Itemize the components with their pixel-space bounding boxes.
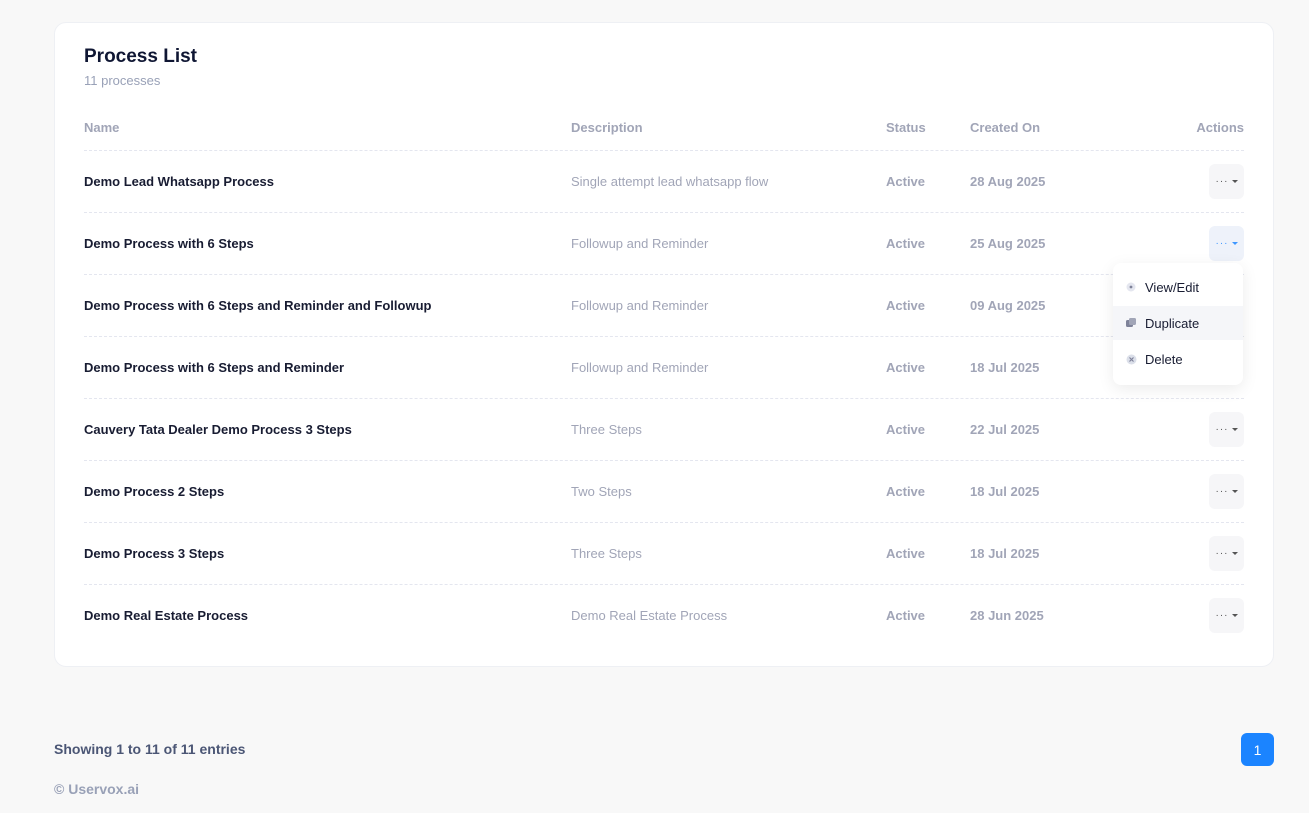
table-row: Demo Lead Whatsapp Process Single attemp… xyxy=(84,150,1244,212)
pagination-page-1[interactable]: 1 xyxy=(1241,733,1274,766)
menu-item-view-edit[interactable]: View/Edit xyxy=(1113,270,1243,304)
header-created-on[interactable]: Created On xyxy=(970,120,1040,135)
copy-icon xyxy=(1125,317,1137,329)
copyright-text: © Uservox.ai xyxy=(54,781,140,797)
chevron-down-icon xyxy=(1231,428,1238,431)
process-name[interactable]: Demo Process with 6 Steps and Reminder xyxy=(84,360,344,375)
menu-item-label: Duplicate xyxy=(1145,315,1200,331)
process-status: Active xyxy=(886,546,926,561)
chevron-down-icon xyxy=(1231,242,1238,245)
process-description: Followup and Reminder xyxy=(571,360,709,375)
process-status: Active xyxy=(886,608,926,623)
header-actions: Actions xyxy=(1196,120,1244,135)
actions-button[interactable]: ··· xyxy=(1209,598,1244,633)
process-description: Three Steps xyxy=(571,546,642,561)
process-name[interactable]: Demo Process with 6 Steps and Reminder a… xyxy=(84,298,431,313)
chevron-down-icon xyxy=(1231,552,1238,555)
process-created-on: 18 Jul 2025 xyxy=(970,360,1040,375)
eye-icon xyxy=(1125,281,1137,293)
table-row: Demo Process 3 Steps Three Steps Active … xyxy=(84,522,1244,584)
actions-dropdown-menu: View/Edit Duplicate Delete xyxy=(1113,263,1243,385)
process-name[interactable]: Cauvery Tata Dealer Demo Process 3 Steps xyxy=(84,422,352,437)
pagination-info: Showing 1 to 11 of 11 entries xyxy=(54,741,246,757)
process-created-on: 18 Jul 2025 xyxy=(970,546,1040,561)
process-name[interactable]: Demo Process 3 Steps xyxy=(84,546,224,561)
process-description: Followup and Reminder xyxy=(571,298,709,313)
actions-button[interactable]: ··· xyxy=(1209,412,1244,447)
ellipsis-icon: ··· xyxy=(1215,610,1229,621)
process-status: Active xyxy=(886,360,926,375)
actions-button[interactable]: ··· xyxy=(1209,536,1244,571)
table-row: Cauvery Tata Dealer Demo Process 3 Steps… xyxy=(84,398,1244,460)
process-created-on: 25 Aug 2025 xyxy=(970,236,1046,251)
process-status: Active xyxy=(886,174,926,189)
ellipsis-icon: ··· xyxy=(1215,548,1229,559)
process-list-card: Process List 11 processes Name Descripti… xyxy=(54,22,1274,667)
chevron-down-icon xyxy=(1231,180,1238,183)
process-name[interactable]: Demo Process 2 Steps xyxy=(84,484,224,499)
process-status: Active xyxy=(886,484,926,499)
process-count: 11 processes xyxy=(84,73,161,88)
header-description[interactable]: Description xyxy=(571,120,643,135)
header-name[interactable]: Name xyxy=(84,120,119,135)
ellipsis-icon: ··· xyxy=(1215,486,1229,497)
ellipsis-icon: ··· xyxy=(1215,424,1229,435)
menu-item-duplicate[interactable]: Duplicate xyxy=(1113,306,1243,340)
process-description: Three Steps xyxy=(571,422,642,437)
process-status: Active xyxy=(886,422,926,437)
process-description: Two Steps xyxy=(571,484,632,499)
menu-item-delete[interactable]: Delete xyxy=(1113,342,1243,376)
page-title: Process List xyxy=(84,46,197,67)
ellipsis-icon: ··· xyxy=(1215,238,1229,249)
process-status: Active xyxy=(886,236,926,251)
process-description: Followup and Reminder xyxy=(571,236,709,251)
process-created-on: 28 Aug 2025 xyxy=(970,174,1046,189)
process-name[interactable]: Demo Real Estate Process xyxy=(84,608,248,623)
table-row: Demo Process with 6 Steps Followup and R… xyxy=(84,212,1244,274)
menu-item-label: Delete xyxy=(1145,351,1183,367)
chevron-down-icon xyxy=(1231,490,1238,493)
actions-button[interactable]: ··· xyxy=(1209,474,1244,509)
process-created-on: 22 Jul 2025 xyxy=(970,422,1040,437)
table-row: Demo Process 2 Steps Two Steps Active 18… xyxy=(84,460,1244,522)
process-created-on: 18 Jul 2025 xyxy=(970,484,1040,499)
process-name[interactable]: Demo Process with 6 Steps xyxy=(84,236,254,251)
table-row: Demo Process with 6 Steps and Reminder a… xyxy=(84,274,1244,336)
menu-item-label: View/Edit xyxy=(1145,279,1199,295)
table-row: Demo Real Estate Process Demo Real Estat… xyxy=(84,584,1244,646)
process-name[interactable]: Demo Lead Whatsapp Process xyxy=(84,174,274,189)
ellipsis-icon: ··· xyxy=(1215,176,1229,187)
process-description: Demo Real Estate Process xyxy=(571,608,728,623)
process-created-on: 28 Jun 2025 xyxy=(970,608,1044,623)
table-row: Demo Process with 6 Steps and Reminder F… xyxy=(84,336,1244,398)
process-status: Active xyxy=(886,298,926,313)
table-header: Name Description Status Created On Actio… xyxy=(84,120,1244,152)
process-description: Single attempt lead whatsapp flow xyxy=(571,174,769,189)
actions-button[interactable]: ··· xyxy=(1209,164,1244,199)
process-created-on: 09 Aug 2025 xyxy=(970,298,1046,313)
close-circle-icon xyxy=(1125,353,1137,365)
header-status[interactable]: Status xyxy=(886,120,926,135)
actions-button[interactable]: ··· xyxy=(1209,226,1244,261)
chevron-down-icon xyxy=(1231,614,1238,617)
